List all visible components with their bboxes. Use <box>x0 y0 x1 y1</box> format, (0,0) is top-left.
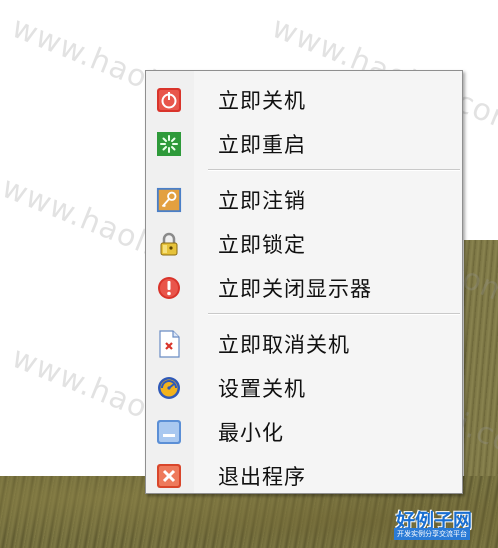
minimize-icon <box>156 419 182 445</box>
menu-item-label: 立即锁定 <box>218 233 306 257</box>
key-icon <box>156 187 182 213</box>
menu-item-label: 退出程序 <box>218 465 306 489</box>
menu-item-label: 立即注销 <box>218 189 306 213</box>
lock-icon <box>156 231 182 257</box>
settings-shutdown-icon <box>156 375 182 401</box>
menu-item-label: 立即关机 <box>218 89 306 113</box>
logo-tagline: 开发实例分享交流平台 <box>394 528 470 540</box>
menu-item-label: 立即取消关机 <box>218 333 350 357</box>
menu-separator <box>208 169 460 171</box>
menu-item-lock[interactable]: 立即锁定 <box>148 221 460 261</box>
menu-item-minimize[interactable]: 最小化 <box>148 409 460 449</box>
menu-item-logoff[interactable]: 立即注销 <box>148 177 460 217</box>
cancel-shutdown-icon <box>156 330 182 358</box>
menu-item-cancel-shutdown[interactable]: 立即取消关机 <box>148 321 460 361</box>
tray-context-menu: 立即关机 立即重启 立即注销 立即锁定 立即关闭显示器 立即取消关机 设置关机 … <box>145 70 463 494</box>
menu-separator <box>208 313 460 315</box>
menu-item-label: 最小化 <box>218 421 284 445</box>
menu-item-label: 立即重启 <box>218 133 306 157</box>
restart-icon <box>156 131 182 157</box>
menu-item-set-shutdown[interactable]: 设置关机 <box>148 365 460 405</box>
menu-item-exit[interactable]: 退出程序 <box>148 453 460 493</box>
exit-icon <box>156 463 182 489</box>
menu-item-restart[interactable]: 立即重启 <box>148 121 460 161</box>
power-icon <box>156 87 182 113</box>
menu-item-label: 立即关闭显示器 <box>218 277 372 301</box>
menu-item-label: 设置关机 <box>218 377 306 401</box>
site-logo: 好例子网 开发实例分享交流平台 <box>394 488 494 544</box>
menu-item-shutdown[interactable]: 立即关机 <box>148 77 460 117</box>
desktop-background <box>464 240 498 476</box>
menu-item-monitor-off[interactable]: 立即关闭显示器 <box>148 265 460 305</box>
monitor-off-icon <box>156 275 182 301</box>
